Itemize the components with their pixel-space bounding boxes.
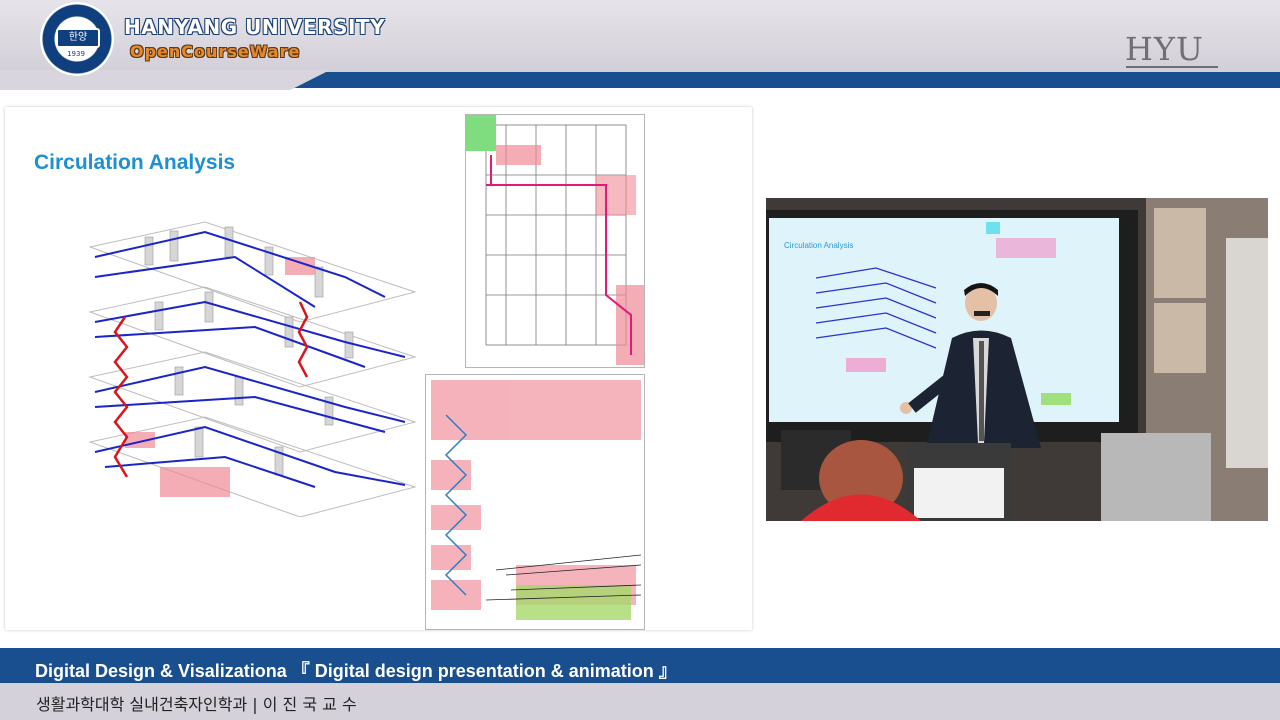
header-stripe-cut	[0, 70, 330, 90]
floor-plan-figure	[465, 114, 645, 368]
hyu-logo-underline	[1126, 66, 1218, 68]
screen-slide-title: Circulation Analysis	[784, 241, 853, 250]
hyu-logo: HYU	[1125, 30, 1204, 68]
seal-text: 한양	[56, 28, 100, 48]
lecture-slide: Circulation Analysis	[5, 107, 752, 630]
slide-title: Circulation Analysis	[34, 151, 236, 174]
ocw-logo-text: OpenCourseWare	[130, 42, 301, 61]
university-name: HANYANG UNIVERSITY	[124, 15, 386, 39]
seal-year: 1939	[67, 50, 85, 58]
stair-detail-figure	[425, 374, 645, 630]
course-title: Digital Design & Visalizationa 『 Digital…	[35, 661, 677, 681]
circulation-3d-figure	[88, 221, 417, 517]
lecture-video[interactable]: Circulation Analysis	[766, 198, 1268, 521]
department-professor: 생활과학대학 실내건축자인학과 | 이 진 국 교 수	[36, 695, 357, 714]
